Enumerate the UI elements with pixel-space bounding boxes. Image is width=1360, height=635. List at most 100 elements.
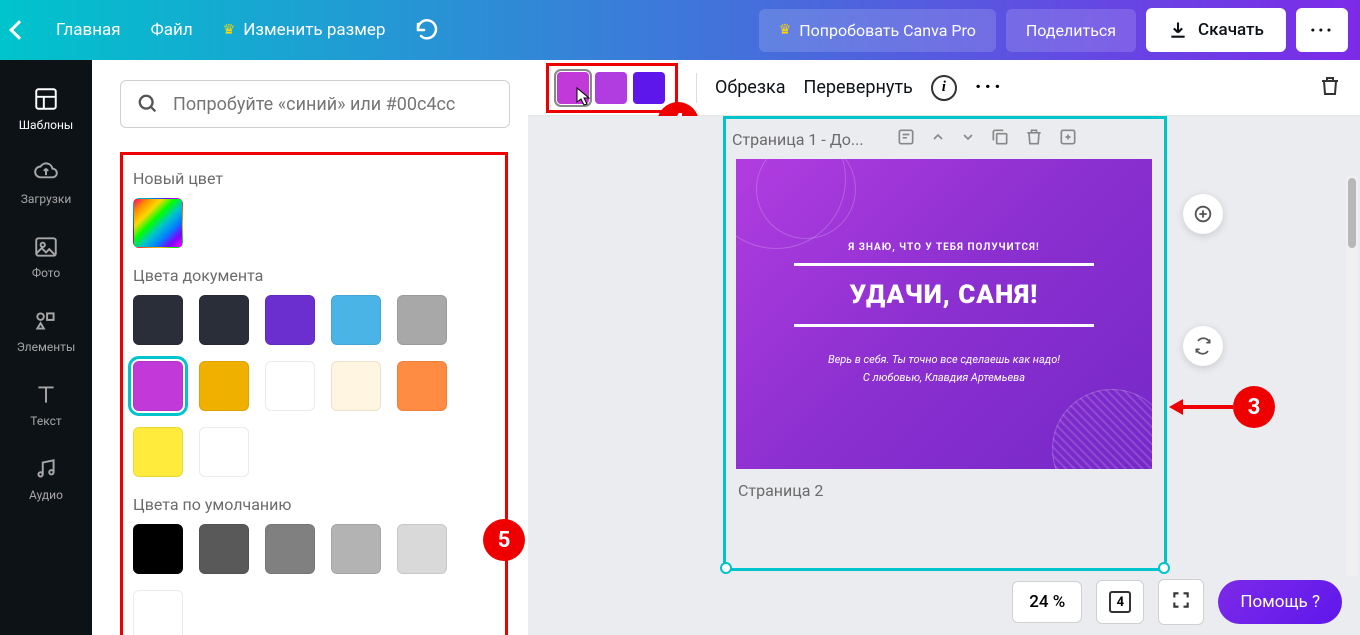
doc-color-swatch[interactable] — [265, 361, 315, 411]
default-color-swatch[interactable] — [133, 524, 183, 574]
default-color-swatch[interactable] — [397, 524, 447, 574]
nav-text[interactable]: Текст — [0, 368, 92, 442]
doc-color-swatch[interactable] — [331, 361, 381, 411]
canvas-area: 4 Обрезка Перевернуть i ··· Страница 1 -… — [528, 60, 1360, 635]
toolbar-color-1[interactable] — [557, 72, 589, 104]
more-menu-button[interactable]: ··· — [1296, 8, 1348, 52]
file-button[interactable]: Файл — [151, 20, 193, 40]
scrollbar[interactable] — [1346, 176, 1358, 576]
templates-icon — [33, 86, 59, 112]
crop-button[interactable]: Обрезка — [715, 77, 786, 98]
fullscreen-button[interactable] — [1158, 579, 1204, 625]
design-canvas[interactable]: Я ЗНАЮ, ЧТО У ТЕБЯ ПОЛУЧИТСЯ! УДАЧИ, САН… — [736, 159, 1152, 469]
top-bar: Главная Файл ♛ Изменить размер ♛ Попробова… — [0, 0, 1360, 60]
elements-icon — [33, 308, 59, 334]
card-main-text: УДАЧИ, САНЯ! — [850, 280, 1039, 310]
canvas-body[interactable]: Страница 1 - До... Я ЗНАЮ, ЧТО У ТЕБЯ ПО… — [528, 116, 1360, 635]
doc-color-swatch[interactable] — [397, 295, 447, 345]
crown-icon: ♛ — [223, 22, 236, 38]
flip-button[interactable]: Перевернуть — [804, 77, 913, 98]
top-left-group: Главная Файл ♛ Изменить размер — [12, 18, 439, 42]
default-color-swatch[interactable] — [199, 524, 249, 574]
doc-color-swatch[interactable] — [331, 295, 381, 345]
nav-uploads[interactable]: Загрузки — [0, 146, 92, 220]
move-up-icon[interactable] — [930, 129, 946, 149]
delete-button[interactable] — [1318, 74, 1342, 102]
card-sub-text: Верь в себя. Ты точно все сделаешь как н… — [828, 351, 1060, 386]
doc-color-swatch[interactable] — [199, 361, 249, 411]
photos-icon — [33, 234, 59, 260]
nav-label: Аудио — [29, 488, 63, 502]
nav-label: Шаблоны — [19, 118, 73, 132]
resize-handle[interactable] — [1158, 562, 1170, 574]
help-button[interactable]: Помощь ? — [1218, 580, 1342, 624]
context-toolbar: 4 Обрезка Перевернуть i ··· — [528, 60, 1360, 116]
top-right-group: ♛ Попробовать Canva Pro Поделиться Скачат… — [759, 8, 1348, 52]
color-search[interactable] — [120, 80, 510, 128]
nav-label: Фото — [32, 266, 60, 280]
try-pro-button[interactable]: ♛ Попробовать Canva Pro — [759, 9, 996, 52]
back-button[interactable] — [12, 23, 26, 37]
toolbar-color-3[interactable] — [633, 72, 665, 104]
move-down-icon[interactable] — [960, 129, 976, 149]
bottom-bar: 24 % 4 Помощь ? — [1012, 579, 1342, 625]
doc-colors-title: Цвета документа — [133, 266, 495, 285]
zoom-level[interactable]: 24 % — [1012, 581, 1082, 623]
resize-button[interactable]: ♛ Изменить размер — [223, 20, 386, 40]
page-count[interactable]: 4 — [1096, 580, 1144, 624]
duplicate-icon[interactable] — [990, 127, 1010, 151]
doc-color-swatch[interactable] — [397, 361, 447, 411]
doc-color-swatch[interactable] — [133, 295, 183, 345]
share-button[interactable]: Поделиться — [1006, 9, 1136, 52]
search-input[interactable] — [173, 94, 493, 115]
doc-color-swatch[interactable] — [133, 427, 183, 477]
uploads-icon — [33, 160, 59, 186]
resize-label: Изменить размер — [243, 20, 385, 40]
page-title[interactable]: Страница 1 - До... — [732, 130, 882, 149]
nav-templates[interactable]: Шаблоны — [0, 72, 92, 146]
undo-button[interactable] — [415, 18, 439, 42]
audio-icon — [33, 456, 59, 482]
doc-color-swatch[interactable] — [199, 427, 249, 477]
card-top-text: Я ЗНАЮ, ЧТО У ТЕБЯ ПОЛУЧИТСЯ! — [848, 242, 1039, 253]
add-page-icon[interactable] — [1058, 127, 1078, 151]
download-button[interactable]: Скачать — [1146, 8, 1286, 52]
download-icon — [1168, 20, 1188, 40]
annotation-badge-3: 3 — [1233, 386, 1275, 428]
page2-title[interactable]: Страница 2 — [726, 469, 1164, 502]
doc-color-swatch[interactable] — [265, 295, 315, 345]
nav-photos[interactable]: Фото — [0, 220, 92, 294]
annotation-badge-5: 5 — [483, 519, 525, 561]
trash-icon[interactable] — [1024, 127, 1044, 151]
crown-icon: ♛ — [779, 22, 792, 38]
chevron-left-icon — [9, 20, 29, 40]
undo-icon — [415, 18, 439, 42]
toolbar-color-2[interactable] — [595, 72, 627, 104]
main-area: Шаблоны Загрузки Фото Элементы Текст Ауд… — [0, 60, 1360, 635]
try-pro-label: Попробовать Canva Pro — [799, 21, 976, 40]
download-label: Скачать — [1198, 20, 1264, 40]
resize-handle[interactable] — [720, 562, 732, 574]
side-nav: Шаблоны Загрузки Фото Элементы Текст Ауд… — [0, 60, 92, 635]
default-color-swatch[interactable] — [331, 524, 381, 574]
annotation-arrow-3: 3 — [1169, 386, 1275, 428]
search-icon — [137, 93, 159, 115]
color-panel: Новый цвет Цвета документа Цвета по умол… — [92, 60, 528, 635]
nav-label: Загрузки — [21, 192, 72, 206]
nav-elements[interactable]: Элементы — [0, 294, 92, 368]
add-comment-button[interactable] — [1183, 194, 1223, 234]
doc-color-swatch[interactable] — [199, 295, 249, 345]
notes-icon[interactable] — [896, 127, 916, 151]
default-color-swatch[interactable] — [265, 524, 315, 574]
color-picker-swatch[interactable] — [133, 198, 183, 248]
more-options[interactable]: ··· — [975, 75, 1004, 100]
text-icon — [33, 382, 59, 408]
sync-button[interactable] — [1183, 326, 1223, 366]
default-color-swatch[interactable] — [133, 590, 183, 635]
nav-audio[interactable]: Аудио — [0, 442, 92, 516]
new-color-title: Новый цвет — [133, 169, 495, 188]
annotation-box-5: Новый цвет Цвета документа Цвета по умол… — [120, 152, 508, 635]
home-button[interactable]: Главная — [56, 20, 121, 40]
info-icon[interactable]: i — [931, 75, 957, 101]
doc-color-swatch[interactable] — [133, 361, 183, 411]
